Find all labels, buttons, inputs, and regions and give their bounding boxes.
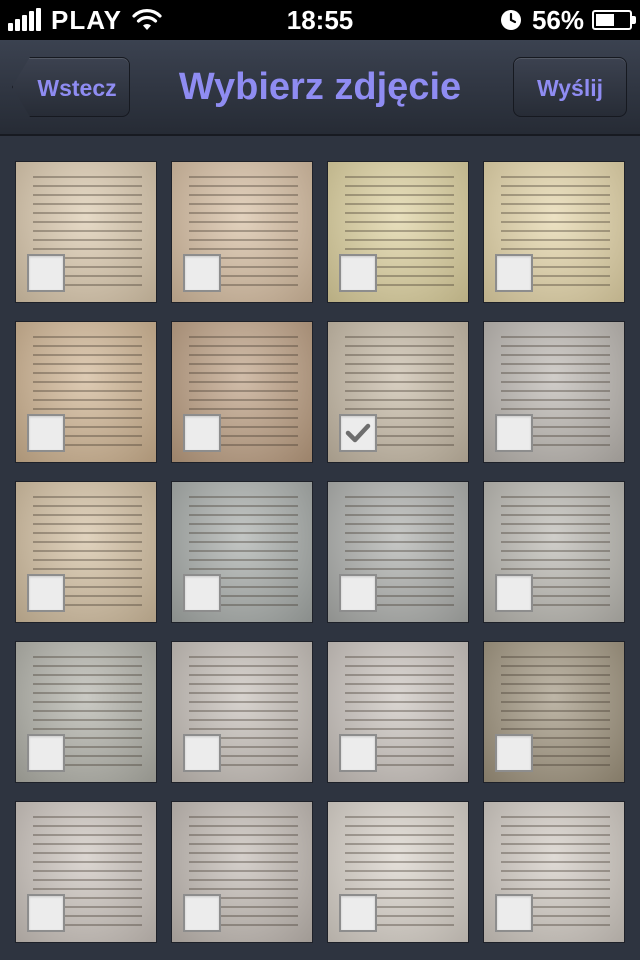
- photo-thumbnail[interactable]: [328, 642, 468, 782]
- status-bar: PLAY 18:55 56%: [0, 0, 640, 40]
- battery-fill: [596, 14, 614, 26]
- status-left: PLAY: [8, 5, 162, 35]
- selection-checkbox[interactable]: [339, 574, 377, 612]
- back-button[interactable]: Wstecz: [12, 57, 130, 117]
- photo-thumbnail[interactable]: [172, 322, 312, 462]
- photo-thumbnail[interactable]: [172, 802, 312, 942]
- selection-checkbox[interactable]: [183, 254, 221, 292]
- selection-checkbox[interactable]: [495, 734, 533, 772]
- photo-thumbnail[interactable]: [328, 802, 468, 942]
- photo-thumbnail[interactable]: [484, 482, 624, 622]
- selection-checkbox[interactable]: [27, 254, 65, 292]
- battery-percent: 56%: [531, 4, 584, 35]
- clock-icon: [500, 10, 521, 30]
- photo-thumbnail[interactable]: [328, 322, 468, 462]
- selection-checkbox[interactable]: [339, 254, 377, 292]
- photo-thumbnail[interactable]: [172, 642, 312, 782]
- selection-checkbox[interactable]: [27, 734, 65, 772]
- photo-thumbnail[interactable]: [328, 162, 468, 302]
- photo-thumbnail[interactable]: [484, 162, 624, 302]
- wifi-icon: [132, 9, 162, 30]
- selection-checkbox[interactable]: [183, 894, 221, 932]
- photo-thumbnail[interactable]: [16, 482, 156, 622]
- selection-checkbox[interactable]: [183, 574, 221, 612]
- status-right: 56%: [500, 4, 636, 35]
- photo-thumbnail[interactable]: [16, 162, 156, 302]
- carrier-name: PLAY: [51, 4, 122, 35]
- selection-checkbox[interactable]: [27, 894, 65, 932]
- selection-checkbox[interactable]: [495, 254, 533, 292]
- photo-thumbnail[interactable]: [16, 642, 156, 782]
- selection-checkbox[interactable]: [495, 894, 533, 932]
- photo-thumbnail[interactable]: [172, 482, 312, 622]
- selection-checkbox[interactable]: [339, 894, 377, 932]
- photo-thumbnail[interactable]: [16, 802, 156, 942]
- photo-thumbnail[interactable]: [328, 482, 468, 622]
- photo-grid: [0, 136, 640, 960]
- selection-checkbox[interactable]: [495, 574, 533, 612]
- signal-bars-icon: [8, 8, 43, 31]
- selection-checkbox[interactable]: [27, 414, 65, 452]
- selection-checkbox[interactable]: [183, 734, 221, 772]
- navigation-bar: Wstecz Wybierz zdjęcie Wyślij: [0, 40, 640, 136]
- photo-thumbnail[interactable]: [484, 642, 624, 782]
- selection-checkbox[interactable]: [183, 414, 221, 452]
- photo-thumbnail[interactable]: [16, 322, 156, 462]
- selection-checkbox[interactable]: [339, 734, 377, 772]
- checkmark-icon: [345, 423, 371, 443]
- photo-thumbnail[interactable]: [172, 162, 312, 302]
- send-button[interactable]: Wyślij: [513, 57, 627, 117]
- selection-checkbox[interactable]: [339, 414, 377, 452]
- selection-checkbox[interactable]: [27, 574, 65, 612]
- photo-thumbnail[interactable]: [484, 802, 624, 942]
- photo-thumbnail[interactable]: [484, 322, 624, 462]
- battery-icon: [592, 10, 636, 30]
- selection-checkbox[interactable]: [495, 414, 533, 452]
